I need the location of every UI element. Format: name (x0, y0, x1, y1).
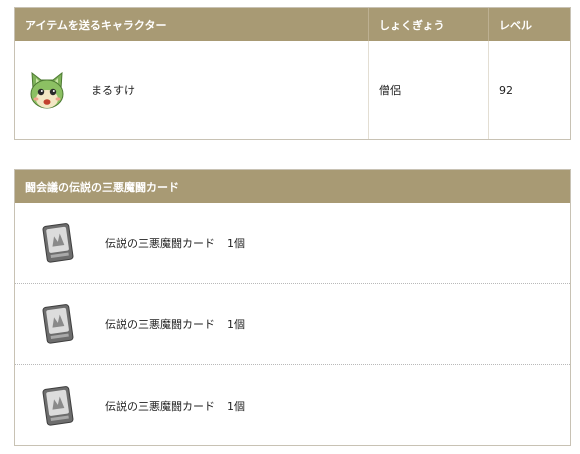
header-character: アイテムを送るキャラクター (25, 18, 167, 32)
monster-card-icon (42, 223, 74, 263)
list-item: 伝説の三悪魔闘カード 1個 (15, 284, 570, 365)
list-item: 伝説の三悪魔闘カード 1個 (15, 203, 570, 284)
character-job: 僧侶 (368, 41, 488, 139)
monster-card-icon (42, 385, 74, 426)
card-table-header: 闘会議の伝説の三悪魔闘カード (15, 170, 570, 203)
green-cat-avatar-icon (30, 71, 64, 109)
list-item: 伝説の三悪魔闘カード 1個 (15, 365, 570, 446)
item-name: 伝説の三悪魔闘カード (105, 318, 215, 331)
character-name: まるすけ (91, 84, 135, 97)
header-level: レベル (488, 8, 570, 41)
character-level: 92 (488, 41, 570, 139)
card-table: 闘会議の伝説の三悪魔闘カード 伝説の三悪魔闘カード 1個 伝説の三悪魔闘カード … (14, 169, 571, 446)
item-name: 伝説の三悪魔闘カード (105, 237, 215, 250)
item-quantity: 1個 (227, 318, 245, 331)
header-job: しょくぎょう (368, 8, 488, 41)
item-quantity: 1個 (227, 399, 245, 413)
character-row: まるすけ 僧侶 92 (15, 41, 570, 139)
monster-card-icon (42, 304, 74, 344)
character-table: アイテムを送るキャラクター しょくぎょう レベル まるすけ 僧侶 92 (14, 7, 571, 140)
character-table-header: アイテムを送るキャラクター しょくぎょう レベル (15, 8, 570, 41)
character-cell: まるすけ (15, 41, 368, 139)
item-quantity: 1個 (227, 237, 245, 250)
item-name: 伝説の三悪魔闘カード (105, 399, 215, 413)
